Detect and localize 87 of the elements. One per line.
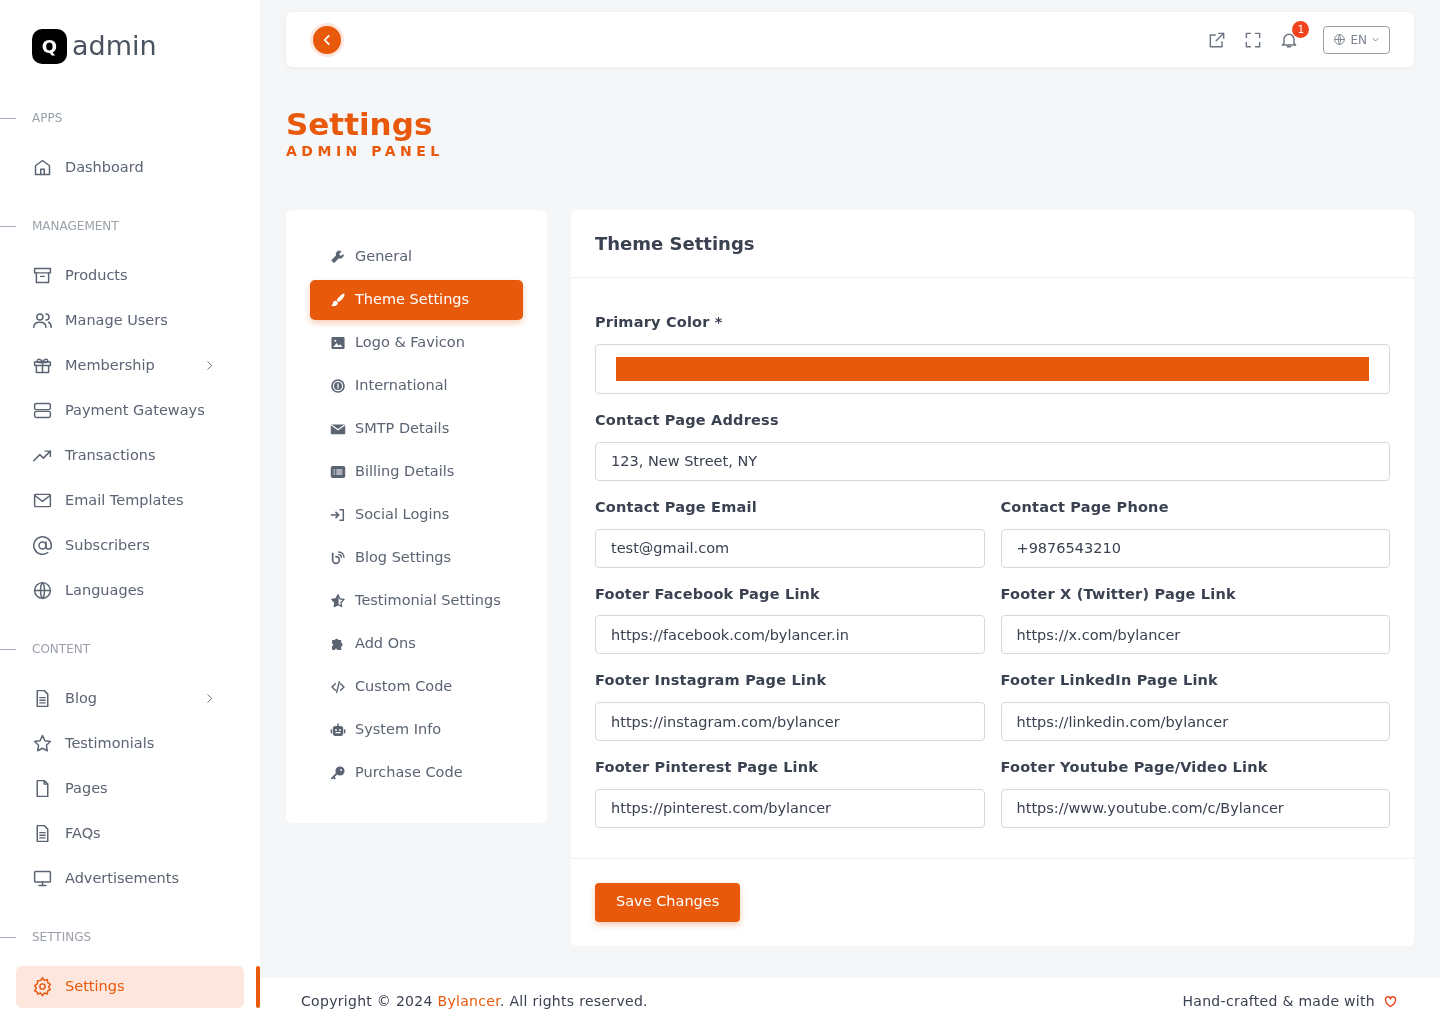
field-label: Footer LinkedIn Page Link [1000, 671, 1219, 691]
sidebar-item[interactable]: Payment Gateways [16, 389, 244, 432]
field-label: Contact Page Email [595, 497, 758, 517]
page-title: Settings [286, 107, 434, 142]
globe-icon [32, 580, 53, 601]
page-subtitle: ADMIN PANEL [286, 142, 445, 162]
field-label: Footer Instagram Page Link [595, 671, 828, 691]
field-label: Contact Page Address [595, 411, 780, 431]
credit-text: Hand-crafted & made with [1182, 991, 1375, 1011]
star-icon [32, 733, 53, 754]
settings-menu-item[interactable]: Testimonial Settings [310, 581, 523, 622]
sidebar-item[interactable]: Advertisements [16, 857, 244, 900]
settings-menu-item[interactable]: Custom Code [310, 667, 523, 708]
section-heading: APPS [32, 110, 63, 125]
circle-icon [330, 378, 346, 395]
settings-menu-item[interactable]: Purchase Code [310, 753, 523, 794]
settings-menu-item[interactable]: Logo & Favicon [310, 323, 523, 364]
input-field[interactable]: 123, New Street, NY [595, 441, 1390, 481]
star-half-icon [330, 593, 346, 610]
robot-icon [330, 722, 346, 739]
settings-menu-item[interactable]: System Info [310, 710, 523, 751]
wrench-icon [330, 249, 346, 266]
settings-menu-item[interactable]: Social Logins [310, 495, 523, 536]
settings-menu-item[interactable]: International [310, 366, 523, 407]
at-sign-icon [32, 535, 53, 556]
sidebar-item[interactable]: Subscribers [16, 524, 244, 567]
settings-menu-item[interactable]: Add Ons [310, 624, 523, 665]
globe-icon [1333, 33, 1347, 47]
input-field[interactable]: https://facebook.com/bylancer.in [595, 615, 985, 655]
sidebar-item[interactable]: Membership [16, 344, 244, 387]
field-label: Footer Pinterest Page Link [595, 758, 820, 778]
input-field[interactable]: https://linkedin.com/bylancer [1000, 702, 1390, 742]
language-dropdown[interactable]: EN [1323, 25, 1390, 54]
notification-badge: 1 [1292, 21, 1310, 39]
home-icon [32, 157, 53, 178]
sign-in-icon [330, 507, 346, 524]
footer-link[interactable]: Bylancer [437, 992, 500, 1009]
input-field[interactable]: https://pinterest.com/bylancer [595, 788, 985, 828]
list-icon [330, 464, 346, 481]
key-icon [330, 765, 346, 782]
settings-menu-item[interactable]: General [310, 237, 523, 278]
settings-menu-item[interactable]: Theme Settings [310, 280, 523, 321]
field-label: Footer X (Twitter) Page Link [1000, 584, 1237, 604]
card-title: Theme Settings [571, 210, 1414, 279]
sidebar-item[interactable]: Manage Users [16, 299, 244, 342]
color-picker-field[interactable] [595, 344, 1390, 395]
active-indicator [256, 966, 260, 1008]
logo-icon: Q [32, 28, 67, 64]
server-icon [32, 400, 53, 421]
sidebar-item[interactable]: Email Templates [16, 479, 244, 522]
monitor-icon [32, 868, 53, 889]
sidebar-item[interactable]: Dashboard [16, 146, 244, 189]
puzzle-piece-icon [330, 636, 346, 653]
settings-menu-item[interactable]: Blog Settings [310, 538, 523, 579]
sidebar-item[interactable]: Products [16, 254, 244, 297]
heart-icon [1383, 993, 1398, 1009]
section-heading: MANAGEMENT [32, 218, 119, 233]
section-heading: SETTINGS [32, 929, 92, 944]
field-label: Contact Page Phone [1000, 497, 1170, 517]
input-field[interactable]: https://www.youtube.com/c/Bylancer [1000, 788, 1390, 828]
sidebar-item[interactable]: Pages [16, 767, 244, 810]
paintbrush-icon [330, 292, 346, 309]
blog-icon [330, 550, 346, 567]
archive-box-icon [32, 265, 53, 286]
sidebar-item[interactable]: Testimonials [16, 722, 244, 765]
gear-icon [32, 976, 53, 997]
field-label: Footer Youtube Page/Video Link [1000, 758, 1269, 778]
settings-menu-item[interactable]: SMTP Details [310, 409, 523, 450]
settings-menu-item[interactable]: Billing Details [310, 452, 523, 493]
input-field[interactable]: https://x.com/bylancer [1000, 615, 1390, 655]
back-button[interactable] [310, 22, 344, 57]
copyright-text: Copyright © 2024 Bylancer. All rights reserved. [301, 991, 648, 1011]
input-field[interactable]: test@gmail.com [595, 528, 985, 568]
image-icon [330, 335, 346, 352]
sidebar-item[interactable]: Transactions [16, 434, 244, 477]
brand-name: admin [72, 29, 157, 63]
field-label: Primary Color * [595, 313, 724, 333]
section-heading: CONTENT [32, 641, 91, 656]
sidebar-item[interactable]: Languages [16, 569, 244, 612]
input-field[interactable]: https://instagram.com/bylancer [595, 702, 985, 742]
save-button[interactable]: Save Changes [595, 882, 741, 922]
code-icon [330, 679, 346, 696]
users-icon [32, 310, 53, 331]
input-field[interactable]: +9876543210 [1000, 528, 1390, 568]
field-label: Footer Facebook Page Link [595, 584, 821, 604]
sidebar-item[interactable]: Blog [16, 677, 244, 720]
sidebar-item[interactable]: FAQs [16, 812, 244, 855]
